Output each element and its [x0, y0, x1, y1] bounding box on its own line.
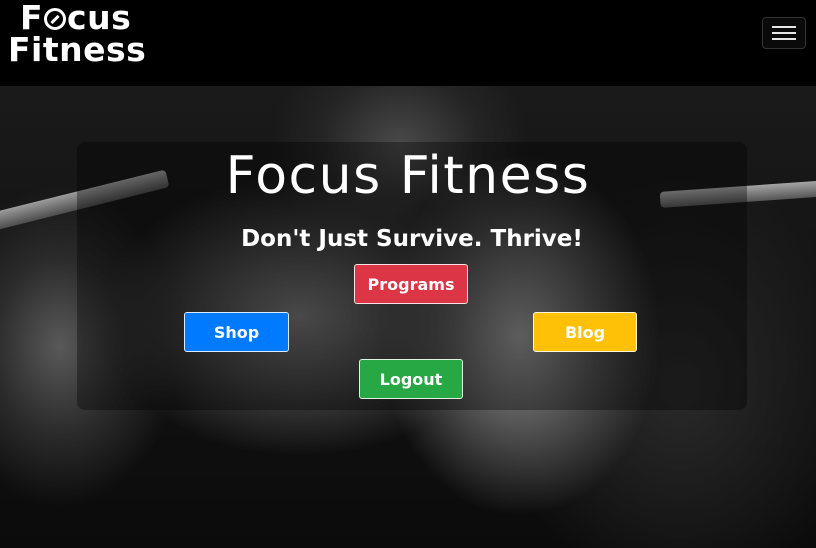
hamburger-icon-bar-bottom [772, 38, 796, 40]
logout-button[interactable]: Logout [359, 359, 463, 399]
menu-toggle-button[interactable] [762, 17, 806, 49]
hero-title: Focus Fitness [225, 146, 591, 206]
brand-logo-line2: Fitness [8, 30, 147, 69]
hamburger-icon-bar-top [772, 26, 796, 28]
hamburger-icon-bar-middle [772, 32, 796, 34]
dumbbell-o-icon [44, 8, 67, 30]
blog-button[interactable]: Blog [533, 312, 637, 352]
shop-button[interactable]: Shop [184, 312, 289, 352]
brand-logo[interactable]: Fcus Fitness [8, 1, 147, 69]
programs-button[interactable]: Programs [354, 264, 468, 304]
top-navbar: Fcus Fitness [0, 0, 816, 86]
hero-subtitle: Don't Just Survive. Thrive! [241, 226, 583, 252]
